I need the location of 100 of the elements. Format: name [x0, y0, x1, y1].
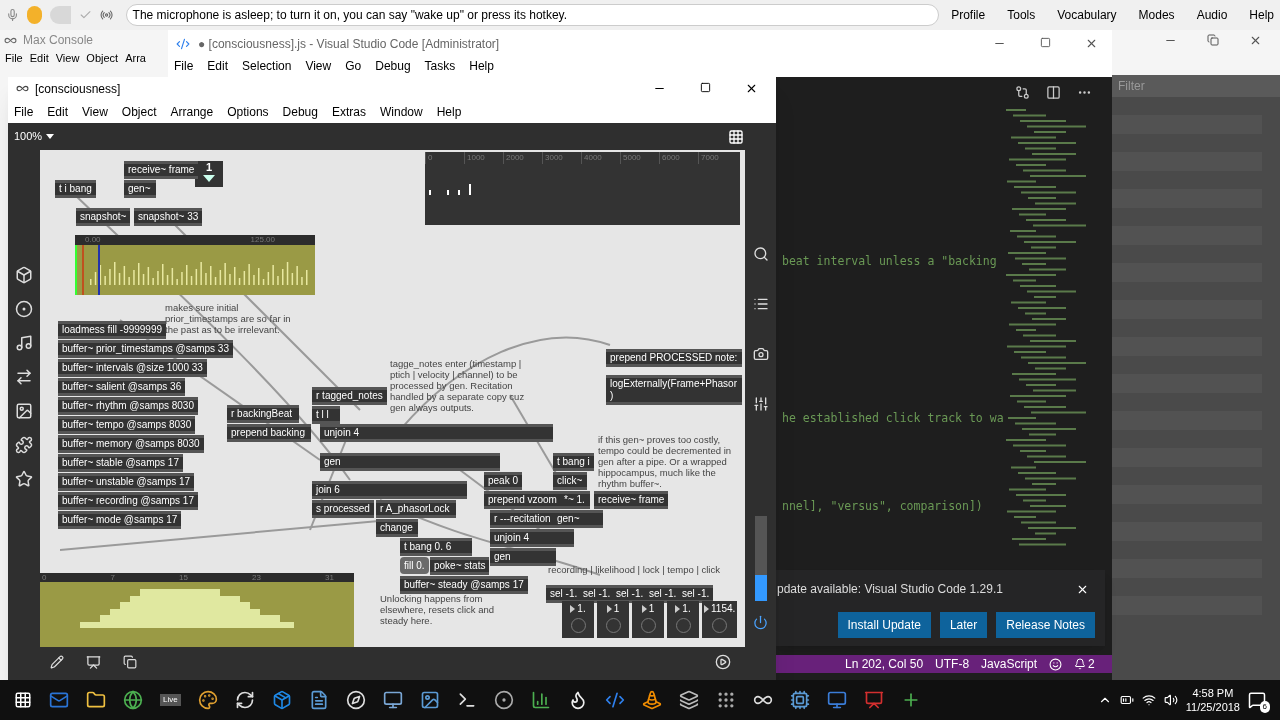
- menu-item[interactable]: View: [55, 50, 80, 67]
- bell-icon[interactable]: [1074, 658, 1087, 670]
- number-box[interactable]: 1: [597, 601, 629, 638]
- patch-object[interactable]: unjoin 4: [320, 424, 553, 442]
- menu-item[interactable]: Help: [436, 102, 462, 121]
- patch-object[interactable]: click~: [553, 472, 587, 490]
- maximize-icon[interactable]: [700, 82, 711, 93]
- patch-object[interactable]: peak 0: [484, 472, 523, 490]
- battery-icon[interactable]: [1119, 693, 1134, 707]
- patch-object[interactable]: prepend PROCESSED note:: [606, 349, 742, 367]
- target-icon[interactable]: [15, 300, 33, 318]
- note-icon[interactable]: [15, 334, 33, 352]
- clock-date[interactable]: 11/25/2018: [1185, 700, 1240, 714]
- menu-item[interactable]: File: [14, 102, 34, 121]
- zoom-dropdown[interactable]: 100%: [14, 128, 55, 145]
- menu-item[interactable]: Edit: [207, 57, 229, 75]
- patch-object[interactable]: logExternally(Frame+Phasor ): [606, 375, 742, 405]
- menu-item[interactable]: Tasks: [424, 57, 456, 75]
- encoding-label[interactable]: UTF-8: [935, 655, 970, 673]
- globe-icon[interactable]: [123, 690, 143, 710]
- patch-object[interactable]: *~ 1.: [560, 491, 590, 509]
- menu-item[interactable]: View: [305, 57, 332, 75]
- camera-icon[interactable]: [752, 346, 769, 362]
- language-label[interactable]: JavaScript: [981, 655, 1038, 673]
- patch-object[interactable]: poke~ stats: [430, 557, 490, 575]
- patch-object[interactable]: buffer~ intervals @size 1000 33: [58, 359, 207, 377]
- menu-item[interactable]: Selection: [242, 57, 292, 75]
- star-icon[interactable]: [15, 470, 33, 488]
- menu-item[interactable]: View: [82, 102, 108, 121]
- menu-item[interactable]: Debug: [375, 57, 411, 75]
- patch-object[interactable]: buffer~ stable @samps 17: [58, 454, 183, 472]
- menu-item[interactable]: Extras: [331, 102, 366, 121]
- patch-object[interactable]: buffer~ tempo @samps 8030: [58, 416, 196, 434]
- patch-object[interactable]: buffer~ mode @samps 17: [58, 511, 182, 529]
- notifications-icon[interactable]: [1248, 691, 1266, 709]
- menu-item[interactable]: Debug: [282, 102, 318, 121]
- patch-object[interactable]: unjoin 4: [490, 529, 574, 547]
- patch-object[interactable]: buffer~ prior_timestamps @samps 33: [58, 340, 233, 358]
- disc-icon[interactable]: [493, 690, 514, 710]
- picture-icon[interactable]: [15, 402, 33, 420]
- list-icon[interactable]: [752, 296, 769, 312]
- menu-item[interactable]: Profile: [951, 6, 986, 24]
- palette-icon[interactable]: [197, 690, 218, 710]
- package-icon[interactable]: [271, 690, 292, 710]
- menu-item[interactable]: Help: [469, 57, 494, 75]
- taskbar-app[interactable]: Live: [160, 694, 181, 706]
- patch-object[interactable]: buffer~ memory @samps 8030: [58, 435, 204, 453]
- menu-item[interactable]: Tools: [1007, 6, 1036, 24]
- stack-icon[interactable]: [678, 690, 699, 710]
- play-icon[interactable]: [715, 654, 731, 670]
- menu-item[interactable]: Object: [86, 50, 119, 67]
- close-icon[interactable]: [1085, 37, 1098, 50]
- patch-object[interactable]: buffer~ steady @samps 17: [400, 576, 528, 594]
- menu-item[interactable]: File: [174, 57, 194, 75]
- windows-icon[interactable]: [123, 655, 137, 669]
- split-editor-icon[interactable]: [1046, 85, 1061, 100]
- menu-item[interactable]: Audio: [1196, 6, 1228, 24]
- patch-object[interactable]: gen~: [124, 180, 156, 198]
- clock-time[interactable]: 4:58 PM: [1192, 686, 1234, 700]
- sync-icon[interactable]: [234, 690, 255, 710]
- cursor-position[interactable]: Ln 202, Col 50: [845, 655, 924, 673]
- start-icon[interactable]: [14, 691, 32, 709]
- code-icon[interactable]: [604, 690, 625, 710]
- menu-item[interactable]: Arrange: [170, 102, 214, 121]
- compass-icon[interactable]: [345, 690, 366, 710]
- patch-object[interactable]: gen~: [553, 510, 603, 528]
- cube-icon[interactable]: [15, 266, 33, 284]
- radio-icon[interactable]: [100, 7, 114, 23]
- toggle-icon[interactable]: [49, 6, 72, 24]
- notification-button[interactable]: Later: [939, 612, 988, 638]
- number-box[interactable]: 1: [632, 601, 664, 638]
- patch-object[interactable]: receive~ frame: [124, 161, 199, 179]
- patch-object[interactable]: r ---recitation: [490, 510, 555, 528]
- patch-object[interactable]: buffer~ salient @samps 36: [58, 378, 186, 396]
- patch-object[interactable]: gen: [490, 548, 556, 566]
- cone-icon[interactable]: [641, 690, 662, 710]
- menu-item[interactable]: Modes: [1138, 6, 1175, 24]
- picture-icon[interactable]: [419, 690, 440, 710]
- patch-object[interactable]: loadmess fill -9999999: [58, 321, 167, 339]
- pencil-icon[interactable]: [50, 655, 64, 669]
- patch-object[interactable]: r tagged_notes: [312, 387, 387, 405]
- patch-object[interactable]: prepend vzoom: [484, 491, 561, 509]
- presentation-icon[interactable]: [863, 690, 884, 710]
- restore-icon[interactable]: [1207, 33, 1219, 46]
- patch-object[interactable]: buffer~ rhythm @samps 8030: [58, 397, 198, 415]
- bar-chart-icon[interactable]: [530, 690, 551, 710]
- menu-item[interactable]: Edit: [29, 50, 49, 67]
- patch-object[interactable]: t l l: [312, 406, 340, 424]
- sliders-icon[interactable]: [752, 396, 769, 412]
- presentation-icon[interactable]: [86, 654, 101, 670]
- search-icon[interactable]: [752, 246, 769, 262]
- wifi-icon[interactable]: [1141, 693, 1156, 707]
- patch-object[interactable]: prepend backing: [227, 424, 311, 442]
- patch-object[interactable]: change: [376, 519, 418, 537]
- arrows-icon[interactable]: [15, 368, 33, 386]
- patch-object[interactable]: buffer~ recording @samps 17: [58, 492, 198, 510]
- menu-item[interactable]: Edit: [47, 102, 69, 121]
- number-box[interactable]: 1154.: [702, 601, 738, 638]
- menu-item[interactable]: Object: [121, 102, 157, 121]
- menu-item[interactable]: Go: [345, 57, 362, 75]
